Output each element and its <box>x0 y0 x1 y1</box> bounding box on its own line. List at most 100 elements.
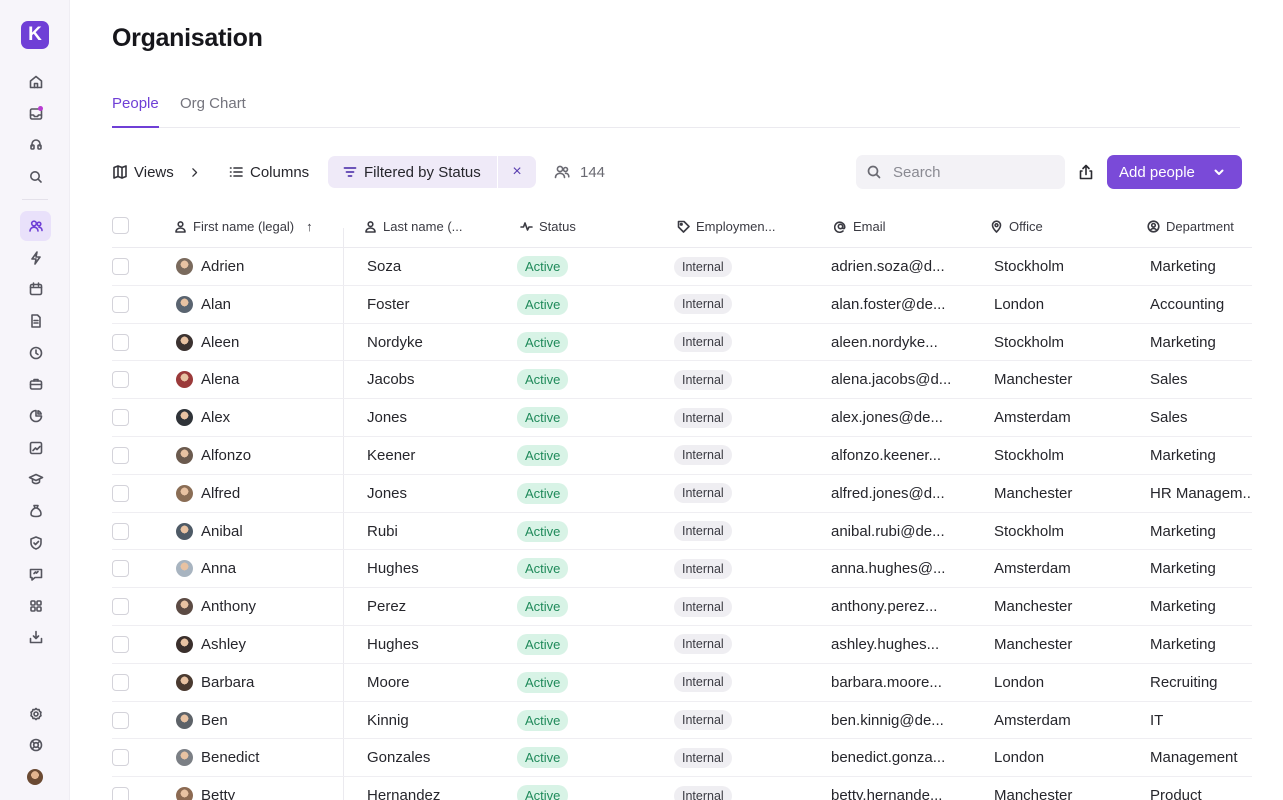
nav-workflows[interactable] <box>20 243 51 273</box>
nav-home[interactable] <box>20 67 51 97</box>
column-header-email[interactable]: Email <box>834 205 886 248</box>
department-cell[interactable]: Marketing <box>1150 588 1252 625</box>
nav-calendar[interactable] <box>20 274 51 304</box>
office-cell[interactable]: Stockholm <box>994 513 1139 550</box>
employment-cell[interactable]: Internal <box>674 437 824 474</box>
table-row[interactable]: Barbara Moore Active Internal barbara.mo… <box>112 664 1252 702</box>
last-name-cell[interactable]: Hernandez <box>367 777 507 800</box>
nav-recruiting[interactable] <box>20 369 51 399</box>
email-cell[interactable]: alena.jacobs@d... <box>831 361 981 398</box>
nav-search[interactable] <box>20 162 51 192</box>
user-avatar[interactable] <box>27 769 43 785</box>
email-cell[interactable]: benedict.gonza... <box>831 739 981 776</box>
row-checkbox[interactable] <box>112 787 129 800</box>
table-row[interactable]: Alfonzo Keener Active Internal alfonzo.k… <box>112 437 1252 475</box>
row-checkbox[interactable] <box>112 673 129 691</box>
department-cell[interactable]: Recruiting <box>1150 664 1252 701</box>
office-cell[interactable]: London <box>994 286 1139 323</box>
status-cell[interactable]: Active <box>517 588 667 625</box>
nav-help[interactable] <box>20 730 51 760</box>
table-row[interactable]: Aleen Nordyke Active Internal aleen.nord… <box>112 324 1252 362</box>
employment-cell[interactable]: Internal <box>674 664 824 701</box>
nav-learning[interactable] <box>20 464 51 494</box>
table-row[interactable]: Alena Jacobs Active Internal alena.jacob… <box>112 361 1252 400</box>
status-cell[interactable]: Active <box>517 361 667 398</box>
office-cell[interactable]: Manchester <box>994 626 1139 663</box>
department-cell[interactable]: Product <box>1150 777 1252 800</box>
last-name-cell[interactable]: Hughes <box>367 550 507 587</box>
department-cell[interactable]: Marketing <box>1150 513 1252 550</box>
row-checkbox[interactable] <box>112 295 129 313</box>
sort-ascending-icon[interactable]: ↑ <box>306 219 313 234</box>
nav-downloads[interactable] <box>20 622 51 652</box>
table-row[interactable]: Alfred Jones Active Internal alfred.jone… <box>112 475 1252 513</box>
first-name-cell[interactable]: Benedict <box>176 739 341 776</box>
email-cell[interactable]: ben.kinnig@de... <box>831 702 981 739</box>
office-cell[interactable]: Manchester <box>994 588 1139 625</box>
table-row[interactable]: Anthony Perez Active Internal anthony.pe… <box>112 588 1252 626</box>
last-name-cell[interactable]: Kinnig <box>367 702 507 739</box>
nav-compensation[interactable] <box>20 496 51 526</box>
email-cell[interactable]: alfred.jones@d... <box>831 475 981 512</box>
last-name-cell[interactable]: Moore <box>367 664 507 701</box>
employment-cell[interactable]: Internal <box>674 286 824 323</box>
department-cell[interactable]: Management <box>1150 739 1252 776</box>
email-cell[interactable]: alan.foster@de... <box>831 286 981 323</box>
columns-button[interactable]: Columns <box>228 156 309 188</box>
last-name-cell[interactable]: Jones <box>367 399 507 436</box>
table-row[interactable]: Adrien Soza Active Internal adrien.soza@… <box>112 248 1252 286</box>
employment-cell[interactable]: Internal <box>674 739 824 776</box>
last-name-cell[interactable]: Gonzales <box>367 739 507 776</box>
status-cell[interactable]: Active <box>517 513 667 550</box>
first-name-cell[interactable]: Anibal <box>176 513 341 550</box>
row-checkbox[interactable] <box>112 446 129 464</box>
email-cell[interactable]: anibal.rubi@de... <box>831 513 981 550</box>
status-cell[interactable]: Active <box>517 550 667 587</box>
last-name-cell[interactable]: Jacobs <box>367 361 507 398</box>
email-cell[interactable]: aleen.nordyke... <box>831 324 981 361</box>
row-checkbox[interactable] <box>112 484 129 502</box>
row-checkbox[interactable] <box>112 635 129 653</box>
office-cell[interactable]: Amsterdam <box>994 702 1139 739</box>
email-cell[interactable]: anna.hughes@... <box>831 550 981 587</box>
first-name-cell[interactable]: Alena <box>176 361 341 398</box>
first-name-cell[interactable]: Alfonzo <box>176 437 341 474</box>
office-cell[interactable]: Manchester <box>994 475 1139 512</box>
status-cell[interactable]: Active <box>517 702 667 739</box>
table-row[interactable]: Anna Hughes Active Internal anna.hughes@… <box>112 550 1252 589</box>
last-name-cell[interactable]: Jones <box>367 475 507 512</box>
search-input[interactable] <box>893 163 1043 181</box>
row-checkbox[interactable] <box>112 711 129 729</box>
office-cell[interactable]: Stockholm <box>994 324 1139 361</box>
nav-time[interactable] <box>20 338 51 368</box>
employment-cell[interactable]: Internal <box>674 777 824 800</box>
table-row[interactable]: Benedict Gonzales Active Internal benedi… <box>112 739 1252 778</box>
email-cell[interactable]: ashley.hughes... <box>831 626 981 663</box>
table-row[interactable]: Ben Kinnig Active Internal ben.kinnig@de… <box>112 702 1252 740</box>
employment-cell[interactable]: Internal <box>674 702 824 739</box>
employment-cell[interactable]: Internal <box>674 550 824 587</box>
column-header-last-name[interactable]: Last name (... <box>364 205 462 248</box>
email-cell[interactable]: adrien.soza@d... <box>831 248 981 285</box>
email-cell[interactable]: betty.hernande... <box>831 777 981 800</box>
employment-cell[interactable]: Internal <box>674 626 824 663</box>
first-name-cell[interactable]: Alan <box>176 286 341 323</box>
office-cell[interactable]: London <box>994 664 1139 701</box>
app-logo[interactable]: K <box>21 21 49 49</box>
first-name-cell[interactable]: Barbara <box>176 664 341 701</box>
first-name-cell[interactable]: Betty <box>176 777 341 800</box>
nav-settings[interactable] <box>20 699 51 729</box>
employment-cell[interactable]: Internal <box>674 475 824 512</box>
last-name-cell[interactable]: Soza <box>367 248 507 285</box>
employment-cell[interactable]: Internal <box>674 361 824 398</box>
nav-support[interactable] <box>20 130 51 160</box>
first-name-cell[interactable]: Adrien <box>176 248 341 285</box>
row-checkbox[interactable] <box>112 371 129 389</box>
department-cell[interactable]: Accounting <box>1150 286 1252 323</box>
row-checkbox[interactable] <box>112 749 129 767</box>
email-cell[interactable]: alex.jones@de... <box>831 399 981 436</box>
status-cell[interactable]: Active <box>517 399 667 436</box>
last-name-cell[interactable]: Hughes <box>367 626 507 663</box>
first-name-cell[interactable]: Ashley <box>176 626 341 663</box>
employment-cell[interactable]: Internal <box>674 248 824 285</box>
